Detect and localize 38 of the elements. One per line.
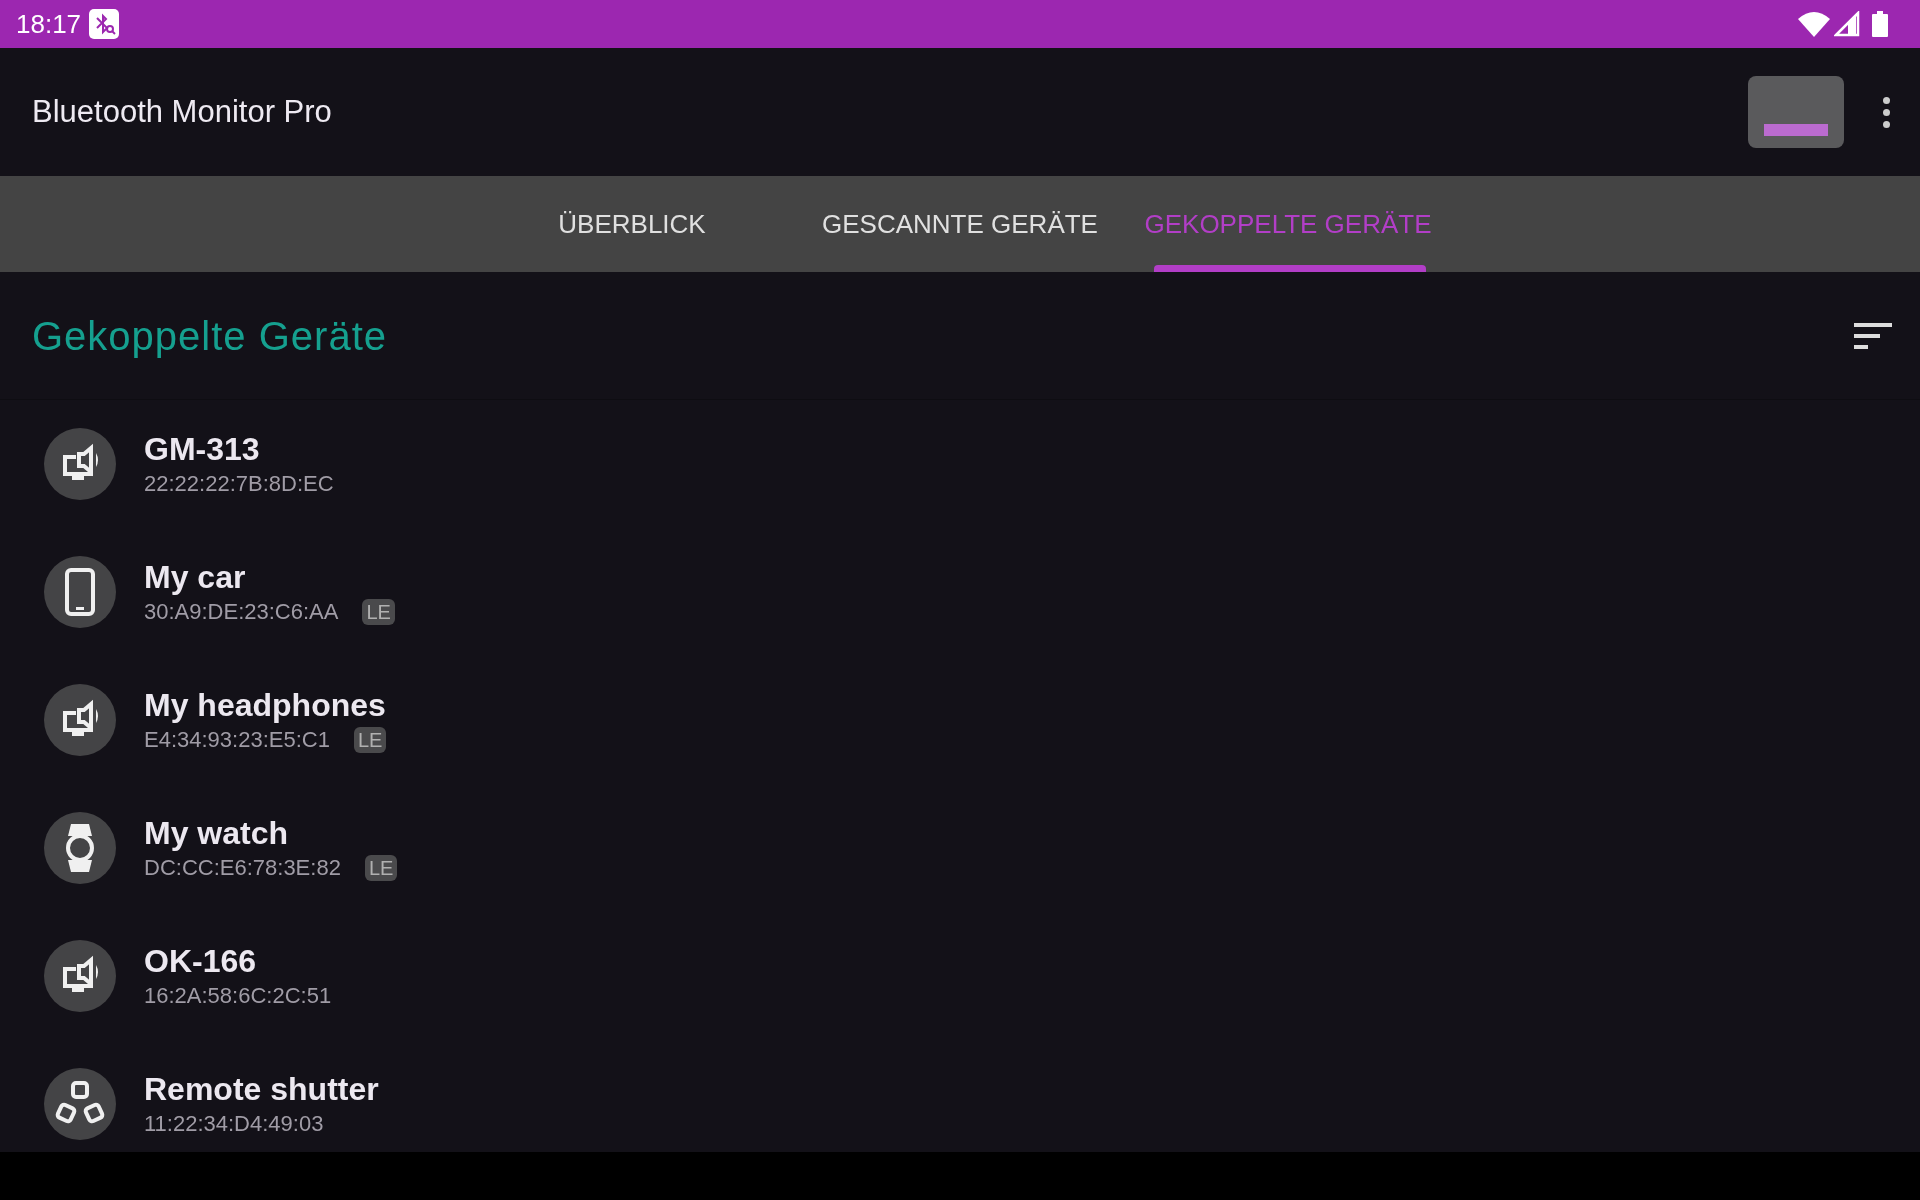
sort-icon[interactable] xyxy=(1854,322,1892,349)
le-badge: LE xyxy=(353,727,387,753)
device-row[interactable]: My car 30:A9:DE:23:C6:AA LE xyxy=(0,528,1920,656)
device-row[interactable]: GM-313 22:22:22:7B:8D:EC xyxy=(0,400,1920,528)
device-name: My car xyxy=(144,558,247,597)
tab[interactable]: ÜBERBLICK xyxy=(468,176,796,272)
device-name: My watch xyxy=(144,814,290,853)
phone-icon xyxy=(44,556,116,628)
speaker-monitor-icon xyxy=(44,940,116,1012)
wifi-icon xyxy=(1798,11,1830,37)
bar-icon xyxy=(1764,124,1828,136)
section-title: Gekoppelte Geräte xyxy=(32,312,387,360)
device-row[interactable]: My watch DC:CC:E6:78:3E:82 LE xyxy=(0,784,1920,912)
device-row[interactable]: Remote shutter 11:22:34:D4:49:03 xyxy=(0,1040,1920,1152)
watch-icon xyxy=(44,812,116,884)
speaker-monitor-icon xyxy=(44,428,116,500)
device-name: GM-313 xyxy=(144,430,261,469)
le-badge: LE xyxy=(364,855,398,881)
device-address: 30:A9:DE:23:C6:AA xyxy=(144,598,339,626)
device-address: E4:34:93:23:E5:C1 xyxy=(144,726,330,754)
device-row[interactable]: My headphones E4:34:93:23:E5:C1 LE xyxy=(0,656,1920,784)
le-badge: LE xyxy=(362,599,395,625)
bluetooth-search-icon xyxy=(89,9,120,39)
app-title: Bluetooth Monitor Pro xyxy=(32,92,332,131)
status-time: 18:17 xyxy=(16,7,82,41)
tab[interactable]: GESCANNTE GERÄTE xyxy=(796,176,1124,272)
device-row[interactable]: OK-166 16:2A:58:6C:2C:51 xyxy=(0,912,1920,1040)
device-address: DC:CC:E6:78:3E:82 xyxy=(144,854,341,882)
device-address: 22:22:22:7B:8D:EC xyxy=(144,470,334,498)
shapes-icon xyxy=(44,1068,116,1140)
device-name: My headphones xyxy=(144,686,387,725)
signal-icon xyxy=(1834,11,1860,37)
device-name: OK-166 xyxy=(144,942,258,981)
speaker-monitor-icon xyxy=(44,684,116,756)
device-name: Remote shutter xyxy=(144,1070,379,1109)
battery-icon xyxy=(1872,11,1888,37)
device-address: 16:2A:58:6C:2C:51 xyxy=(144,982,332,1010)
device-address: 11:22:34:D4:49:03 xyxy=(144,1110,324,1138)
